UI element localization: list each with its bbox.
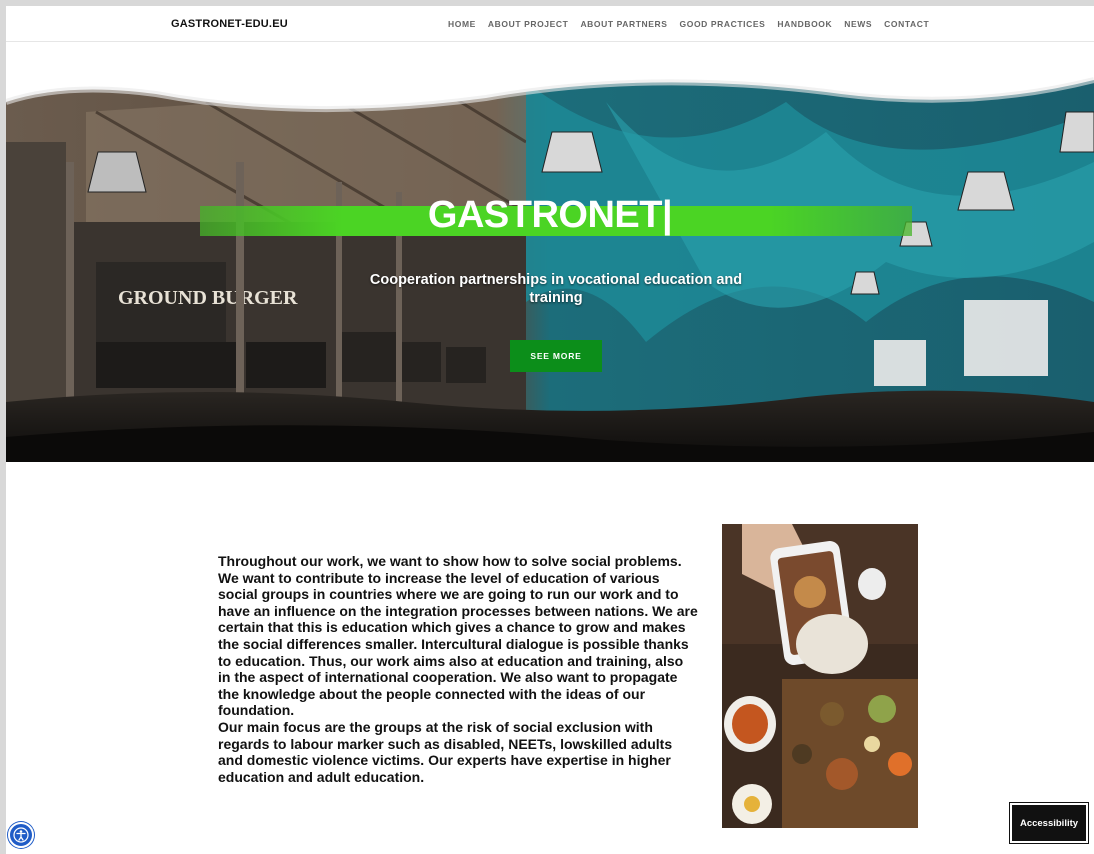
nav-good-practices[interactable]: GOOD PRACTICES [680, 19, 766, 29]
svg-text:GROUND BURGER: GROUND BURGER [118, 287, 298, 309]
top-navigation-bar: GASTRONET-EDU.EU HOME ABOUT PROJECT ABOU… [6, 6, 1094, 42]
accessibility-icon[interactable] [8, 822, 34, 848]
about-paragraph-2: Our main focus are the groups at the ris… [218, 718, 673, 785]
accessibility-person-icon [13, 827, 29, 843]
page: GASTRONET-EDU.EU HOME ABOUT PROJECT ABOU… [6, 6, 1094, 854]
main-nav: HOME ABOUT PROJECT ABOUT PARTNERS GOOD P… [448, 19, 929, 29]
hero-title: GASTRONET| [427, 194, 673, 236]
hero-subtitle: Cooperation partnerships in vocational e… [369, 272, 743, 306]
hero-background-image: GROUND BURGER [6, 42, 1094, 462]
nav-news[interactable]: NEWS [844, 19, 872, 29]
site-logo[interactable]: GASTRONET-EDU.EU [171, 18, 288, 30]
nav-about-project[interactable]: ABOUT PROJECT [488, 19, 569, 29]
nav-about-partners[interactable]: ABOUT PARTNERS [580, 19, 667, 29]
hero-section: GROUND BURGER GASTRONET| Cooperation par… [6, 42, 1094, 462]
nav-handbook[interactable]: HANDBOOK [777, 19, 832, 29]
about-paragraph-1: Throughout our work, we want to show how… [218, 553, 698, 719]
accessibility-button[interactable]: Accessibility [1010, 803, 1088, 843]
about-text: Throughout our work, we want to show how… [218, 553, 698, 785]
nav-home[interactable]: HOME [448, 19, 476, 29]
nav-contact[interactable]: CONTACT [884, 19, 929, 29]
food-photo [722, 524, 918, 828]
see-more-button[interactable]: SEE MORE [510, 340, 602, 372]
